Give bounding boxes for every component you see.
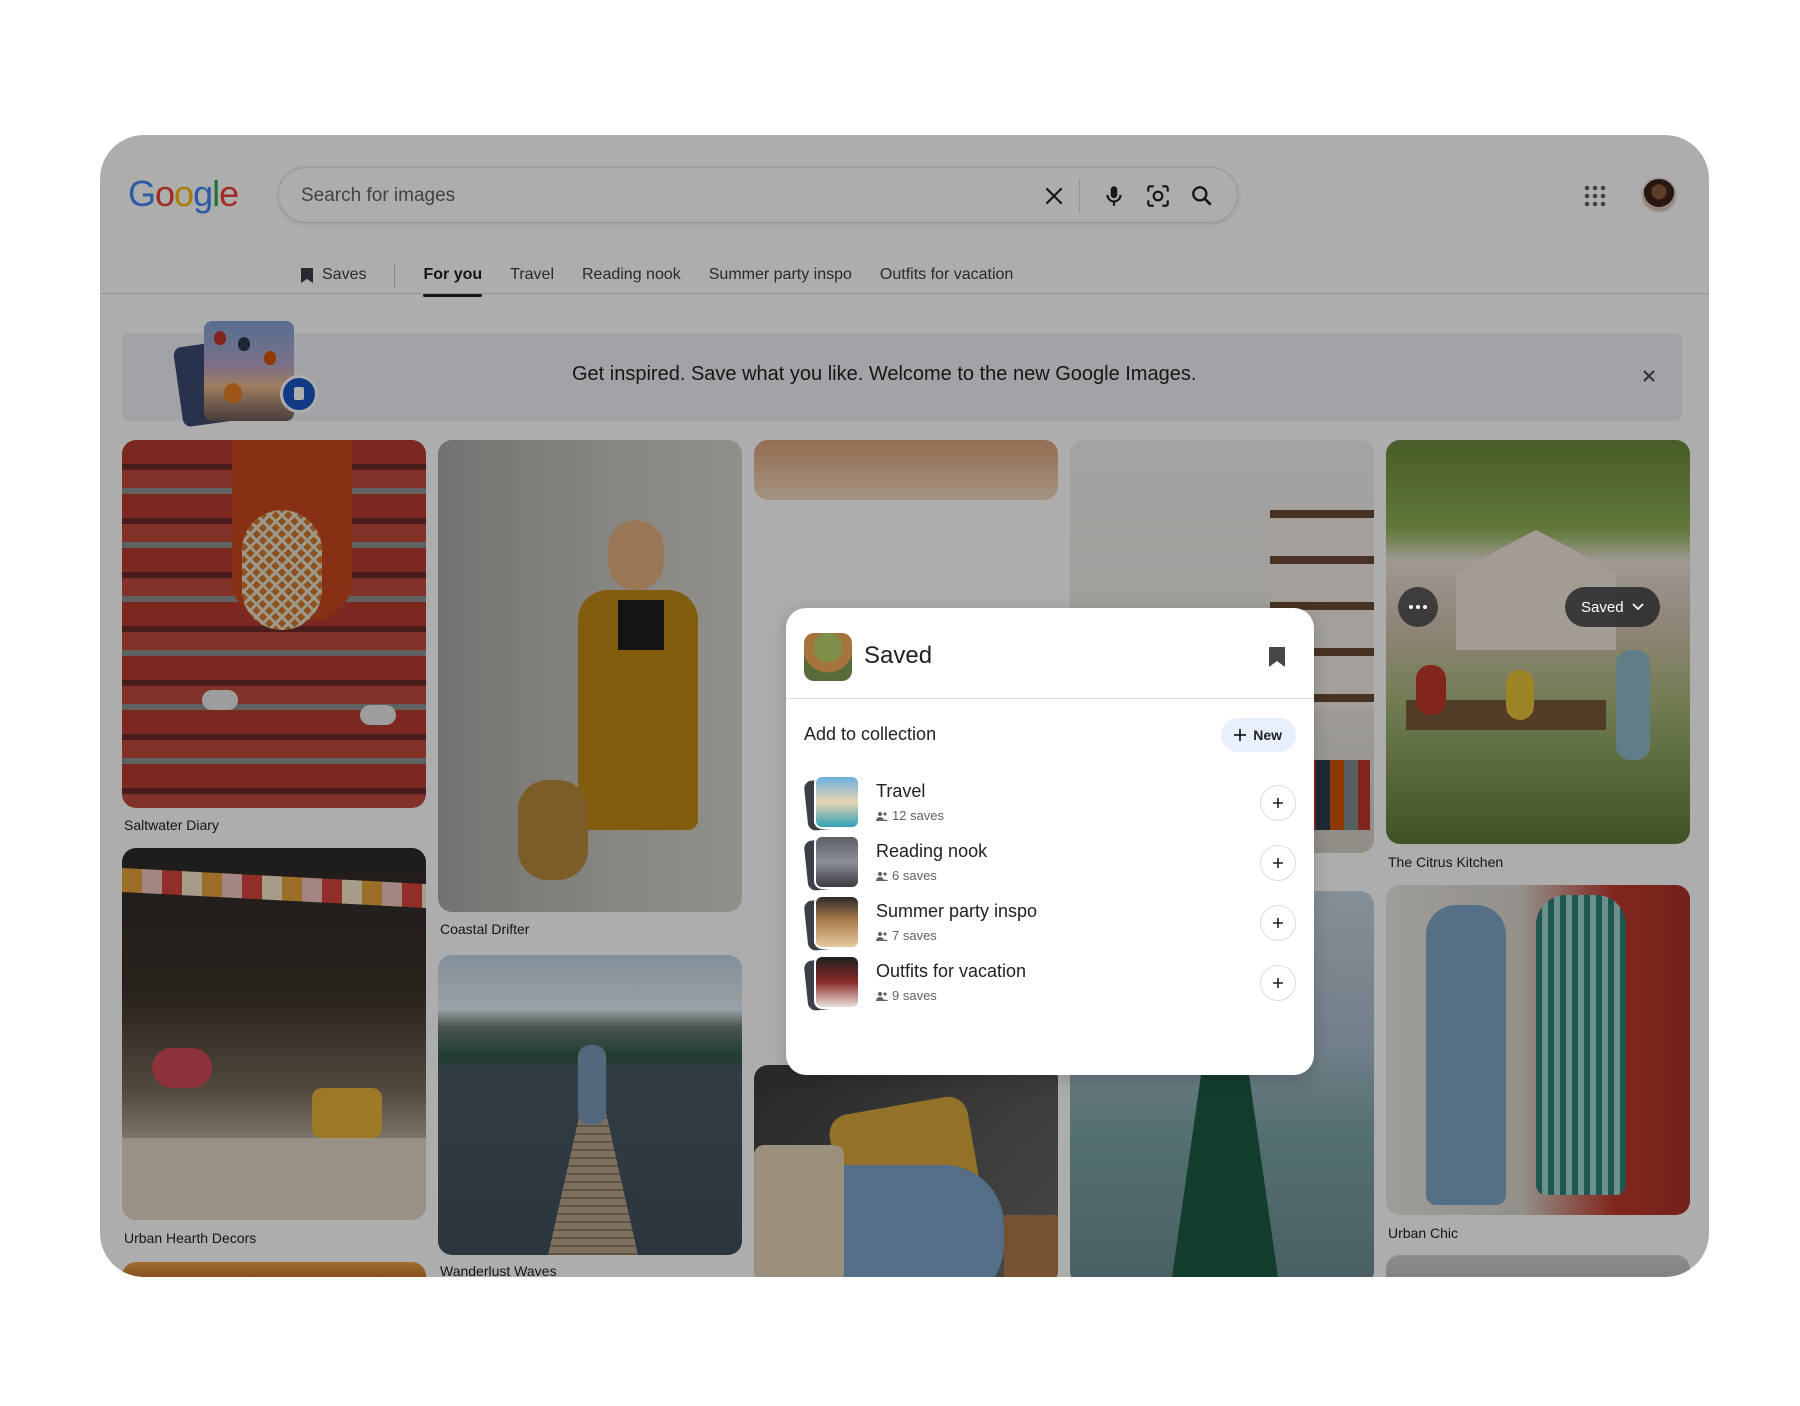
plus-icon [1273,858,1283,868]
collection-save-count: 9 saves [876,988,937,1003]
new-collection-label: New [1253,727,1282,743]
collection-name: Reading nook [876,841,988,861]
collection-name: Outfits for vacation [876,961,1027,981]
collection-item-summer-party-inspo[interactable]: Summer party inspo 7 saves [803,895,1296,952]
collection-name: Travel [876,781,926,801]
browser-window: Google Saves For you Travel Reading nook… [100,135,1709,1277]
people-icon [876,991,888,1001]
saved-dropdown-label: Saved [1581,598,1624,616]
more-options-button[interactable] [1398,587,1438,627]
collection-item-outfits-for-vacation[interactable]: Outfits for vacation 9 saves [803,955,1296,1012]
add-to-collection-button[interactable] [1260,905,1296,941]
dialog-title: Saved [864,642,933,669]
saved-image-thumbnail [804,633,852,681]
people-icon [876,811,888,821]
plus-icon [1273,798,1283,808]
collection-save-count: 6 saves [876,868,937,883]
save-to-collection-dialog: Saved Add to collection New Travel 12 sa… [786,608,1314,1075]
add-to-collection-button[interactable] [1260,845,1296,881]
add-to-collection-label: Add to collection [804,724,937,744]
collection-name: Summer party inspo [876,901,1038,921]
plus-icon [1273,918,1283,928]
save-count-text: 7 saves [892,928,937,943]
collection-thumbnail [803,955,860,1012]
save-count-text: 6 saves [892,868,937,883]
collection-save-count: 7 saves [876,928,937,943]
collection-thumbnail [803,895,860,952]
collection-thumbnail [803,835,860,892]
people-icon [876,871,888,881]
save-count-text: 9 saves [892,988,937,1003]
save-count-text: 12 saves [892,808,945,823]
dialog-divider [786,698,1314,699]
collection-item-travel[interactable]: Travel 12 saves [803,775,1296,832]
people-icon [876,931,888,941]
plus-icon [1234,729,1247,741]
saved-dropdown-button[interactable]: Saved [1565,587,1660,627]
chevron-down-icon [1631,603,1644,611]
new-collection-button[interactable]: New [1221,718,1296,752]
more-dots-icon [1409,605,1427,609]
collection-thumbnail [803,775,860,832]
add-to-collection-button[interactable] [1260,785,1296,821]
add-to-collection-button[interactable] [1260,965,1296,1001]
bookmark-filled-icon[interactable] [1268,646,1286,668]
plus-icon [1273,978,1283,988]
collection-save-count: 12 saves [876,808,944,823]
collection-item-reading-nook[interactable]: Reading nook 6 saves [803,835,1296,892]
